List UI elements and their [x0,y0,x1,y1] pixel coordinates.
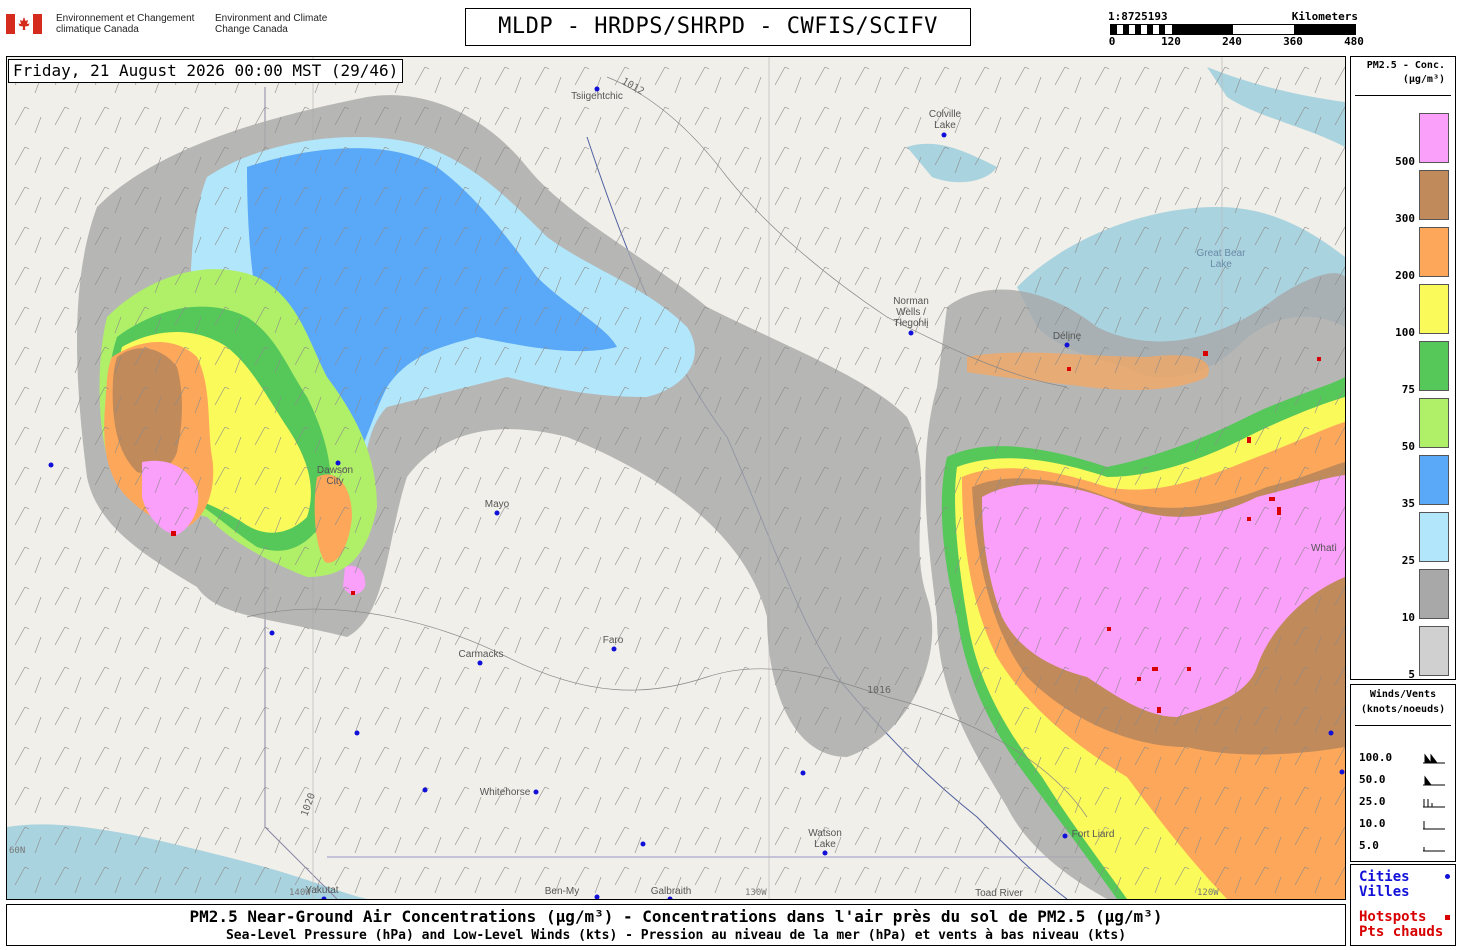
legend-swatch-label: 10 [1401,611,1415,624]
hotspots-legend-label: Hotspots Pts chauds [1359,910,1443,940]
legend-swatch [1419,569,1449,619]
scale-tick: 120 [1161,35,1181,48]
scale-tick: 0 [1108,35,1116,48]
wind-legend-row: 50.0 [1359,773,1449,787]
gov-name-en: Environment and Climate Change Canada [215,13,328,35]
legend-swatch-label: 5 [1408,668,1415,681]
wind-legend-title-line2: (knots/noeuds) [1360,704,1446,715]
legend-swatch [1419,398,1449,448]
legend-swatch-label: 500 [1395,155,1415,168]
wind-legend-title-line1: Winds/Vents [1369,689,1437,700]
pm25-legend-title-line1: PM2.5 - Conc. [1366,60,1445,71]
gov-name-fr: Environnement et Changement climatique C… [56,13,195,35]
legend-swatch [1419,227,1449,277]
legend-divider [1355,95,1451,96]
city-label-colville-lake: Colville Lake [928,109,962,131]
legend-swatch-label: 200 [1395,269,1415,282]
legend-swatch-label: 100 [1395,326,1415,339]
wind-legend-row: 5.0 [1359,839,1449,853]
city-label-norman-wells: Norman Wells / Tłegohłį [893,296,929,329]
city-label-yakutat: Yakutat [305,885,339,896]
pm25-legend: PM2.5 - Conc. (µg/m³) 500 300 200 100 75 50 35… [1350,56,1456,681]
forecast-timestamp: Friday, 21 August 2026 00:00 MST (29/46) [8,59,404,83]
graticule-label: 60N [9,846,25,856]
city-label-carmacks: Carmacks [458,649,504,660]
city-label-deline: Délįnę [1052,331,1082,342]
hotspots-label-en: Hotspots [1359,909,1427,925]
hotspots-label-fr: Pts chauds [1359,924,1444,940]
wind-barb-25-icon [1423,799,1445,808]
legend-swatch-label: 35 [1401,497,1415,510]
wind-speed-label: 10.0 [1359,817,1386,830]
legend-swatch [1419,284,1449,334]
city-label-galbraith: Galbraith [650,886,692,897]
legend-swatch-label: 300 [1395,212,1415,225]
wind-speed-label: 5.0 [1359,839,1379,852]
legend-swatch [1419,512,1449,562]
legend-swatch-label: 25 [1401,554,1415,567]
wind-barb-10-icon [1423,821,1445,830]
caption-line-1: PM2.5 Near-Ground Air Concentrations (µg… [189,907,1163,926]
city-label-fort-liard: Fort Liard [1071,829,1115,840]
cities-legend-label: Cities Villes [1359,870,1410,900]
city-label-faro: Faro [602,635,624,646]
city-label-dawson-city: Dawson City [316,465,354,487]
legend-swatch-label: 75 [1401,383,1415,396]
smoke-forecast-map[interactable]: 1012 1016 1020 60N 140W 130W 120W Tsiige… [6,56,1346,900]
city-label-whitehorse: Whitehorse [479,787,531,798]
city-label-toad-river: Toad River [975,888,1023,899]
wind-speed-label: 50.0 [1359,773,1386,786]
map-canvas: 1012 1016 1020 60N 140W 130W 120W [7,57,1345,899]
legend-swatch [1419,170,1449,220]
water-label-great-bear-lake: Great Bear Lake [1196,248,1246,270]
city-label-whati: Whatì [1310,543,1338,554]
legend-swatch [1419,626,1449,676]
wind-barb-50-icon [1423,775,1445,786]
graticule-label: 130W [745,888,767,898]
city-label-mayo: Mayo [484,499,510,510]
scale-ratio: 1:8725193 [1108,10,1168,23]
wind-barb-100-icon [1423,753,1445,764]
hotspot-square-icon [1445,915,1450,920]
scale-tick: 240 [1222,35,1242,48]
wind-barbs [7,57,1345,899]
scale-bar-widget: 1:8725193 Kilometers 0 120 240 360 480 [1108,10,1364,50]
wind-legend-row: 10.0 [1359,817,1449,831]
wind-barb-5-icon [1423,847,1445,852]
wind-speed-label: 25.0 [1359,795,1386,808]
caption-line-2: Sea-Level Pressure (hPa) and Low-Level W… [225,928,1127,943]
scale-unit: Kilometers [1291,10,1358,23]
isobar-label: 1016 [867,685,891,696]
wind-speed-label: 100.0 [1359,751,1393,764]
wind-legend-title: Winds/Vents (knots/noeuds) [1351,687,1455,717]
wind-legend-row: 25.0 [1359,795,1449,809]
city-label-ben-my: Ben-My [544,886,580,897]
scale-bar [1110,24,1356,35]
city-dot-icon [1445,874,1450,879]
canada-flag-icon [6,14,42,34]
cities-label-en: Cities [1359,869,1410,885]
scale-tick: 360 [1283,35,1303,48]
pm25-legend-title-line2: (µg/m³) [1402,74,1445,85]
legend-swatch-label: 50 [1401,440,1415,453]
legend-swatch [1419,341,1449,391]
wind-legend: Winds/Vents (knots/noeuds) 100.0 50.0 25… [1350,684,1456,862]
legend-divider [1355,725,1451,726]
map-caption: PM2.5 Near-Ground Air Concentrations (µg… [6,904,1346,946]
points-legend: Cities Villes Hotspots Pts chauds [1350,864,1456,946]
legend-swatch [1419,455,1449,505]
city-label-watson-lake: Watson Lake [808,828,842,850]
city-label-tsiigehtchic: Tsiigehtchic [571,91,623,102]
product-title: MLDP - HRDPS/SHRPD - CWFIS/SCIFV [465,8,971,46]
cities-label-fr: Villes [1359,884,1410,900]
scale-tick: 480 [1344,35,1364,48]
legend-swatch [1419,113,1449,163]
wind-legend-row: 100.0 [1359,751,1449,765]
graticule-label: 120W [1197,888,1219,898]
pm25-legend-title: PM2.5 - Conc. (µg/m³) [1351,59,1455,87]
